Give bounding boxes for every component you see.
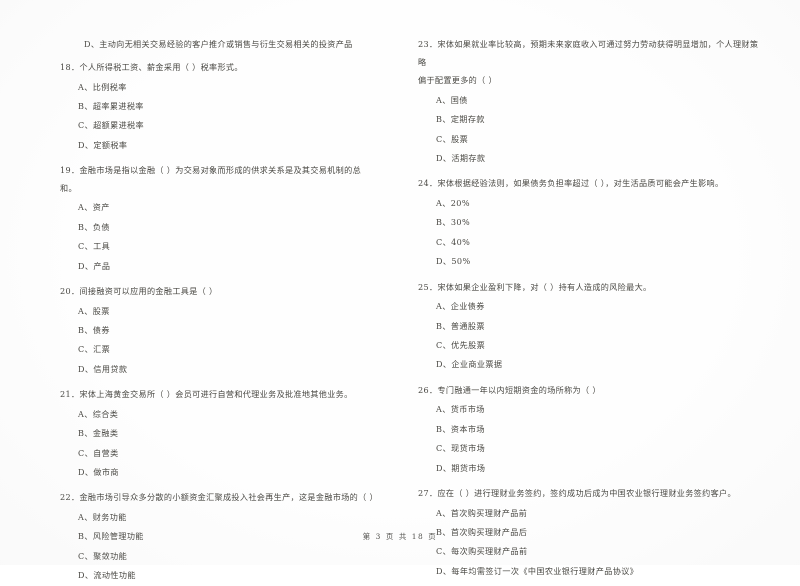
question-22-option-d[interactable]: D、流动性功能	[78, 566, 376, 585]
question-25-option-d[interactable]: D、企业商业票据	[436, 355, 760, 374]
two-column-body: D、主动向无相关交易经验的客户推介或销售与衍生交易相关的投资产品 18．个人所得…	[0, 0, 800, 580]
question-24-stem: 24．宋体根据经验法则，如果债务负担率超过（ ），对生活品质可能会产生影响。	[418, 178, 724, 189]
question-18: 18．个人所得税工资、薪金采用（ ）税率形式。 A、比例税率 B、超率累进税率 …	[60, 59, 376, 155]
question-23-option-d[interactable]: D、活期存款	[436, 149, 760, 168]
question-23: 23．宋体如果就业率比较高，预期未来家庭收入可通过努力劳动获得明显增加，个人理财…	[418, 36, 760, 168]
question-21-stem: 21．宋体上海黄金交易所（ ）会员可进行自营和代理业务及批准地其他业务。	[60, 389, 353, 400]
question-20-option-a[interactable]: A、股票	[78, 302, 376, 321]
question-23-option-c[interactable]: C、股票	[436, 130, 760, 149]
question-24: 24．宋体根据经验法则，如果债务负担率超过（ ），对生活品质可能会产生影响。 A…	[418, 175, 760, 271]
question-20-option-d[interactable]: D、信用贷款	[78, 360, 376, 379]
question-27-option-c[interactable]: C、每次购买理财产品前	[436, 542, 760, 561]
page-footer: 第 3 页 共 18 页	[362, 532, 438, 541]
question-24-option-c[interactable]: C、40%	[436, 233, 760, 252]
question-18-stem: 18．个人所得税工资、薪金采用（ ）税率形式。	[60, 62, 243, 72]
question-21-option-d[interactable]: D、做市商	[78, 463, 376, 482]
question-25-stem: 25．宋体如果企业盈利下降，对（ ）持有人造成的风险最大。	[418, 281, 652, 292]
left-column: D、主动向无相关交易经验的客户推介或销售与衍生交易相关的投资产品 18．个人所得…	[0, 0, 400, 580]
right-column: 23．宋体如果就业率比较高，预期未来家庭收入可通过努力劳动获得明显增加，个人理财…	[400, 0, 800, 576]
question-23-option-b[interactable]: B、定期存款	[436, 110, 760, 129]
question-20: 20．间接融资可以应用的金融工具是（ ） A、股票 B、债券 C、汇票 D、信用…	[60, 283, 376, 379]
question-27-stem: 27．应在（ ）进行理财业务签约，签约成功后成为中国农业银行理财业务签约客户。	[418, 488, 736, 499]
question-19-option-d[interactable]: D、产品	[78, 257, 376, 276]
question-22-option-c[interactable]: C、聚敛功能	[78, 547, 376, 566]
question-18-option-a[interactable]: A、比例税率	[78, 78, 376, 97]
question-24-option-d[interactable]: D、50%	[436, 252, 760, 271]
orphan-option-d: D、主动向无相关交易经验的客户推介或销售与衍生交易相关的投资产品	[84, 39, 353, 49]
question-20-stem: 20．间接融资可以应用的金融工具是（ ）	[60, 286, 218, 297]
question-18-option-c[interactable]: C、超额累进税率	[78, 116, 376, 135]
question-26-option-c[interactable]: C、现货市场	[436, 439, 760, 458]
question-26-option-a[interactable]: A、货币市场	[436, 400, 760, 419]
question-21-option-c[interactable]: C、自营类	[78, 444, 376, 463]
scanned-page: D、主动向无相关交易经验的客户推介或销售与衍生交易相关的投资产品 18．个人所得…	[0, 0, 800, 580]
question-20-option-b[interactable]: B、债券	[78, 321, 376, 340]
question-19-option-b[interactable]: B、负债	[78, 218, 376, 237]
question-22-option-a[interactable]: A、财务功能	[78, 508, 376, 527]
question-26: 26．专门融通一年以内短期资金的场所称为（ ） A、货币市场 B、资本市场 C、…	[418, 382, 760, 478]
question-19: 19．金融市场是指以金融（ ）为交易对象而形成的供求关系是及其交易机制的总和。 …	[60, 162, 376, 276]
question-23-stem-continued: 偏于配置更多的（ ）	[418, 75, 497, 86]
question-23-option-a[interactable]: A、国债	[436, 91, 760, 110]
question-25-option-b[interactable]: B、普通股票	[436, 317, 760, 336]
question-19-option-a[interactable]: A、资产	[78, 198, 376, 217]
question-24-option-b[interactable]: B、30%	[436, 213, 760, 232]
question-22-stem: 22．金融市场引导众多分散的小额资金汇聚成投入社会再生产，这是金融市场的（ ）	[60, 492, 378, 503]
question-26-option-d[interactable]: D、期货市场	[436, 459, 760, 478]
question-25: 25．宋体如果企业盈利下降，对（ ）持有人造成的风险最大。 A、企业债券 B、普…	[418, 279, 760, 375]
question-24-option-a[interactable]: A、20%	[436, 194, 760, 213]
question-25-option-a[interactable]: A、企业债券	[436, 297, 760, 316]
question-21-option-b[interactable]: B、金融类	[78, 424, 376, 443]
question-23-stem: 23．宋体如果就业率比较高，预期未来家庭收入可通过努力劳动获得明显增加，个人理财…	[418, 39, 759, 67]
question-20-option-c[interactable]: C、汇票	[78, 340, 376, 359]
question-19-stem: 19．金融市场是指以金融（ ）为交易对象而形成的供求关系是及其交易机制的总和。	[60, 165, 362, 193]
question-21-option-a[interactable]: A、综合类	[78, 405, 376, 424]
question-26-option-b[interactable]: B、资本市场	[436, 420, 760, 439]
question-18-option-d[interactable]: D、定额税率	[78, 136, 376, 155]
question-21: 21．宋体上海黄金交易所（ ）会员可进行自营和代理业务及批准地其他业务。 A、综…	[60, 386, 376, 482]
question-18-option-b[interactable]: B、超率累进税率	[78, 97, 376, 116]
question-25-option-c[interactable]: C、优先股票	[436, 336, 760, 355]
question-19-option-c[interactable]: C、工具	[78, 237, 376, 256]
question-26-stem: 26．专门融通一年以内短期资金的场所称为（ ）	[418, 384, 601, 395]
question-27-option-a[interactable]: A、首次购买理财产品前	[436, 504, 760, 523]
